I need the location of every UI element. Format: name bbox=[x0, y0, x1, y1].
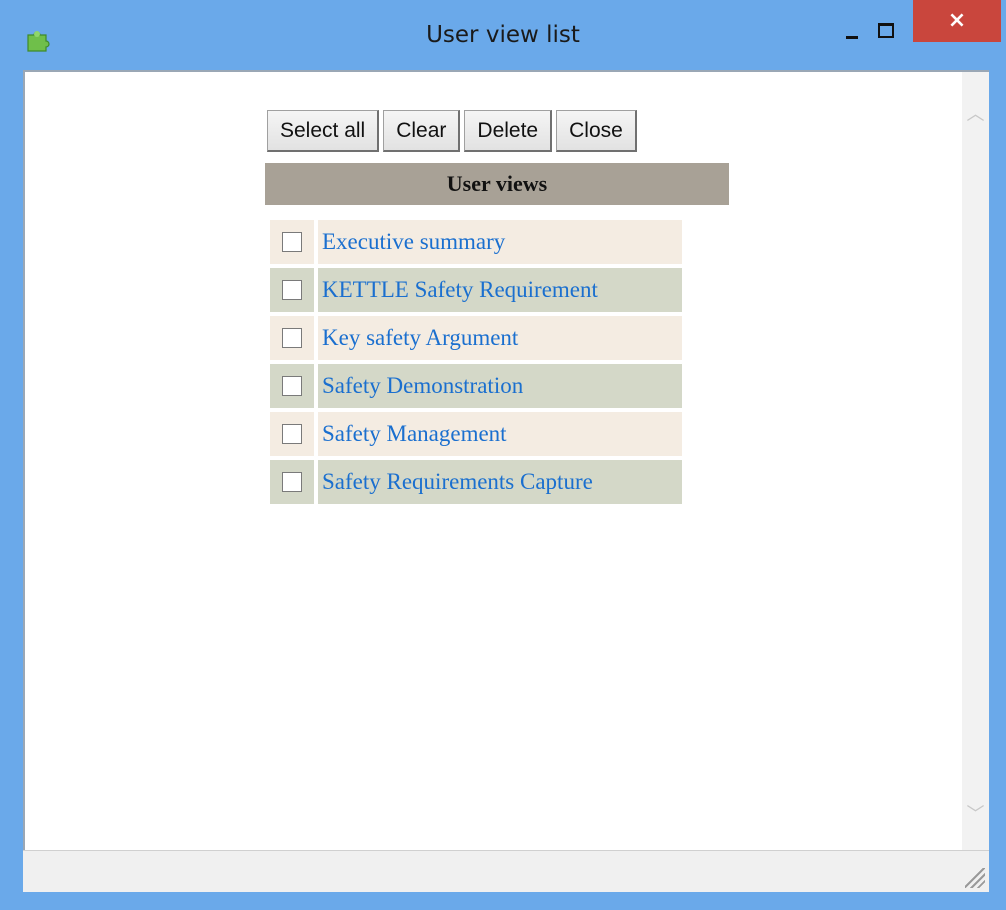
toolbar: Select all Clear Delete Close bbox=[267, 110, 641, 152]
list-item: Safety Demonstration bbox=[270, 364, 682, 408]
checkbox-cell bbox=[270, 220, 314, 264]
view-link[interactable]: Safety Management bbox=[318, 412, 682, 456]
minimize-button[interactable] bbox=[838, 14, 868, 44]
checkbox-cell bbox=[270, 364, 314, 408]
checkbox-cell bbox=[270, 268, 314, 312]
close-button[interactable]: Close bbox=[556, 110, 637, 152]
section-header: User views bbox=[265, 163, 729, 205]
resize-grip-icon[interactable] bbox=[965, 868, 985, 888]
list-item: Key safety Argument bbox=[270, 316, 682, 360]
view-checkbox[interactable] bbox=[282, 232, 302, 252]
title-bar[interactable]: User view list × bbox=[0, 0, 1006, 70]
list-item: Safety Management bbox=[270, 412, 682, 456]
checkbox-cell bbox=[270, 460, 314, 504]
view-checkbox[interactable] bbox=[282, 472, 302, 492]
view-checkbox[interactable] bbox=[282, 376, 302, 396]
status-bar bbox=[23, 850, 989, 892]
view-link[interactable]: KETTLE Safety Requirement bbox=[318, 268, 682, 312]
view-checkbox[interactable] bbox=[282, 280, 302, 300]
chevron-up-icon[interactable]: ︿ bbox=[962, 100, 989, 130]
view-link[interactable]: Safety Requirements Capture bbox=[318, 460, 682, 504]
view-link[interactable]: Key safety Argument bbox=[318, 316, 682, 360]
content-area: Select all Clear Delete Close User views… bbox=[23, 70, 989, 850]
list-item: Safety Requirements Capture bbox=[270, 460, 682, 504]
view-link[interactable]: Safety Demonstration bbox=[318, 364, 682, 408]
view-checkbox[interactable] bbox=[282, 424, 302, 444]
clear-button[interactable]: Clear bbox=[383, 110, 461, 152]
view-checkbox[interactable] bbox=[282, 328, 302, 348]
list-item: Executive summary bbox=[270, 220, 682, 264]
vertical-scrollbar[interactable]: ︿ ﹀ bbox=[962, 72, 989, 850]
close-window-button[interactable]: × bbox=[913, 0, 1001, 42]
checkbox-cell bbox=[270, 316, 314, 360]
select-all-button[interactable]: Select all bbox=[267, 110, 380, 152]
delete-button[interactable]: Delete bbox=[464, 110, 553, 152]
view-link[interactable]: Executive summary bbox=[318, 220, 682, 264]
chevron-down-icon[interactable]: ﹀ bbox=[962, 800, 989, 830]
app-window: User view list × Select all Clear Delete… bbox=[0, 0, 1006, 910]
maximize-button[interactable] bbox=[872, 14, 902, 44]
user-view-list: Executive summary KETTLE Safety Requirem… bbox=[270, 220, 682, 508]
checkbox-cell bbox=[270, 412, 314, 456]
list-item: KETTLE Safety Requirement bbox=[270, 268, 682, 312]
